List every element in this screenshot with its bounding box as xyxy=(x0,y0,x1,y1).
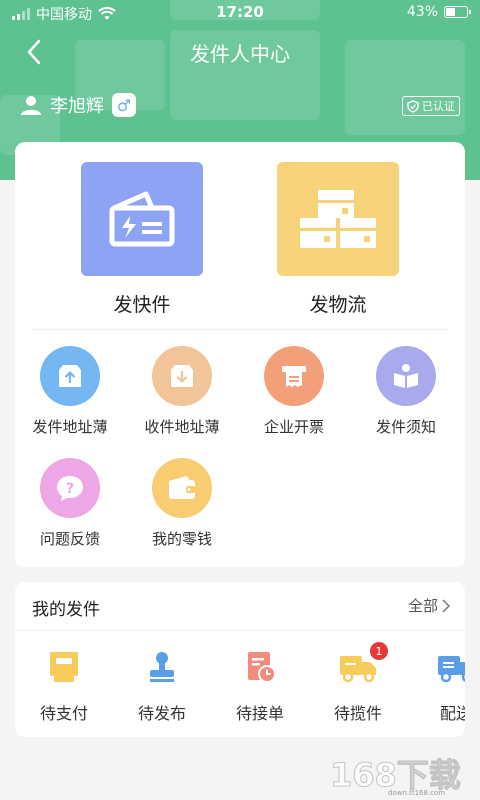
battery-icon xyxy=(444,6,471,18)
shipping-notice[interactable]: 发件须知 xyxy=(351,346,461,437)
sender-address-book[interactable]: 发件地址薄 xyxy=(15,346,125,437)
company-invoice[interactable]: 企业开票 xyxy=(239,346,349,437)
shipping-notice-label: 发件须知 xyxy=(375,418,436,436)
feedback-label: 问题反馈 xyxy=(39,530,100,548)
my-wallet-label: 我的零钱 xyxy=(151,530,212,548)
receiver-address-book-label: 收件地址薄 xyxy=(144,418,220,436)
stamp-icon xyxy=(142,648,182,686)
order-delivering-label: 配送 xyxy=(439,704,465,723)
svg-text:?: ? xyxy=(66,481,74,497)
my-shipments-card: 我的发件 全部 待支付 待发布 待接单 1 待揽件 配送 xyxy=(15,582,465,737)
notification-badge: 1 xyxy=(370,642,388,660)
verified-badge: 已认证 xyxy=(402,96,460,116)
my-shipments-title: 我的发件 xyxy=(32,600,100,620)
payment-terminal-icon xyxy=(44,648,84,686)
order-pending-pickup[interactable]: 1 待揽件 xyxy=(318,642,398,724)
book-reader-icon xyxy=(376,346,436,406)
verified-label: 已认证 xyxy=(422,100,455,113)
boxes-icon xyxy=(277,162,399,276)
my-wallet[interactable]: 我的零钱 xyxy=(127,458,237,549)
svg-text:down.tt168.com: down.tt168.com xyxy=(388,789,445,796)
service-card: 发快件 发物流 发件地址薄 收件地址薄 企业开票 发件须知 ? 问题反馈 我的零… xyxy=(15,142,465,567)
user-info: 李旭辉 ♂ xyxy=(20,92,136,118)
page-title: 发件人中心 xyxy=(190,42,290,66)
male-icon: ♂ xyxy=(112,93,136,117)
express-envelope-icon xyxy=(81,162,203,276)
order-pending-publish-label: 待发布 xyxy=(137,704,186,723)
question-bubble-icon: ? xyxy=(40,458,100,518)
battery-percent: 43% xyxy=(406,4,438,20)
receiver-address-book[interactable]: 收件地址薄 xyxy=(127,346,237,437)
company-invoice-label: 企业开票 xyxy=(263,418,324,436)
order-delivering[interactable]: 配送 xyxy=(416,648,465,724)
view-all-link[interactable]: 全部 xyxy=(408,595,450,616)
send-logistics-label: 发物流 xyxy=(309,294,367,316)
upload-box-icon xyxy=(40,346,100,406)
send-express-label: 发快件 xyxy=(113,294,171,316)
order-pending-publish[interactable]: 待发布 xyxy=(122,648,202,724)
order-pending-accept[interactable]: 待接单 xyxy=(220,648,300,724)
divider xyxy=(15,630,465,631)
order-pending-pickup-label: 待揽件 xyxy=(333,704,382,723)
order-pending-accept-label: 待接单 xyxy=(235,704,284,723)
receipt-icon xyxy=(264,346,324,406)
delivery-truck-icon: 1 xyxy=(338,642,388,686)
wallet-icon xyxy=(152,458,212,518)
order-pending-payment-label: 待支付 xyxy=(39,704,88,723)
send-logistics-button[interactable]: 发物流 xyxy=(277,162,399,317)
divider xyxy=(32,329,448,330)
order-pending-payment[interactable]: 待支付 xyxy=(24,648,104,724)
download-box-icon xyxy=(152,346,212,406)
chevron-right-icon xyxy=(442,598,450,613)
status-bar: 中国移动 17:20 43% xyxy=(0,0,480,26)
delivery-van-icon xyxy=(436,648,465,686)
shield-check-icon xyxy=(407,99,419,113)
document-clock-icon xyxy=(240,648,280,686)
site-watermark: 168下载 down.tt168.com xyxy=(326,752,476,798)
user-name: 李旭辉 xyxy=(50,96,104,117)
feedback[interactable]: ? 问题反馈 xyxy=(15,458,125,549)
send-express-button[interactable]: 发快件 xyxy=(81,162,203,317)
sender-address-book-label: 发件地址薄 xyxy=(32,418,108,436)
view-all-label: 全部 xyxy=(407,597,438,615)
user-icon xyxy=(21,96,41,115)
